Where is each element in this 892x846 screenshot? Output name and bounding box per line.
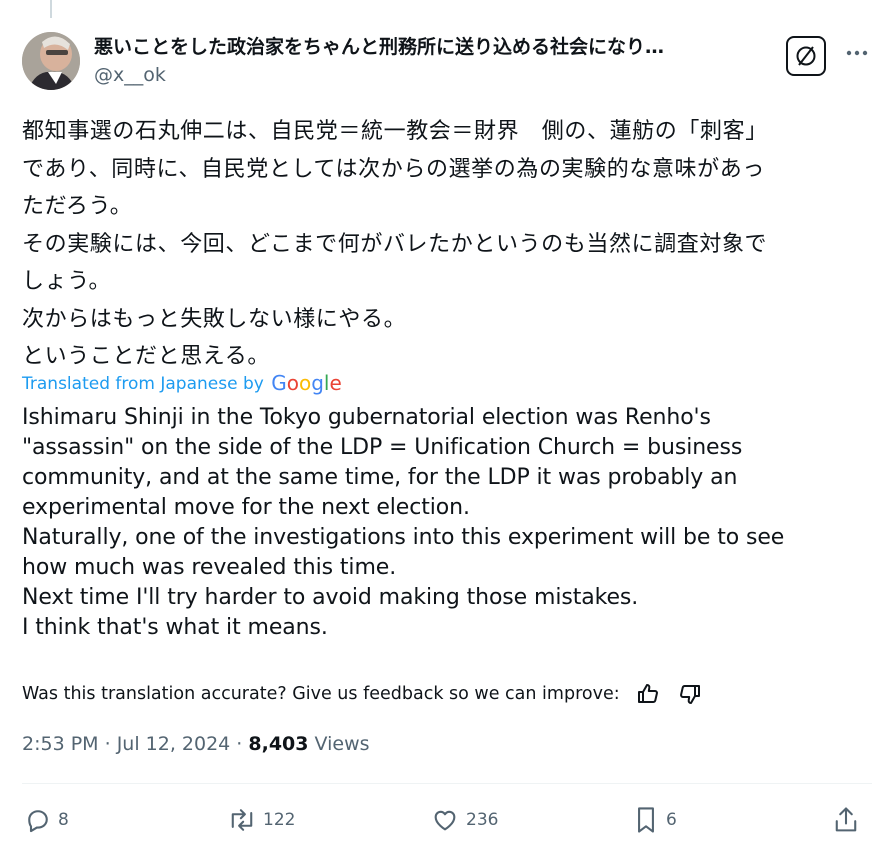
views-label: Views	[308, 733, 370, 755]
en-line: I think that's what it means.	[22, 615, 328, 640]
like-icon	[434, 810, 456, 831]
like-button[interactable]: 236	[430, 800, 498, 840]
views-count: 8,403	[248, 733, 309, 755]
reply-icon	[28, 810, 48, 833]
translated-label-text: Translated from Japanese by	[22, 374, 264, 394]
meta-separator: ·	[98, 733, 117, 755]
tweet-actions: 8 122 236 6	[22, 800, 872, 840]
en-line: "assassin" on the side of the LDP = Unif…	[22, 435, 743, 460]
meta-separator: ·	[230, 733, 249, 755]
avatar[interactable]	[22, 32, 80, 90]
tweet-date[interactable]: Jul 12, 2024	[117, 733, 231, 755]
reply-count: 8	[58, 810, 69, 830]
jp-line: ということだと思える。	[22, 344, 270, 369]
share-button[interactable]	[832, 800, 860, 840]
en-line: how much was revealed this time.	[22, 555, 397, 580]
jp-line: 次からはもっと失敗しない様にやる。	[22, 306, 407, 332]
jp-line: その実験には、今回、どこまで何がバレたかというのも当然に調査対象で	[22, 231, 768, 257]
jp-line: であり、同時に、自民党としては次からの選挙の為の実験的な意味があっ	[22, 156, 765, 182]
tweet-header: 悪いことをした政治家をちゃんと刑務所に送り込める社会になり… @x__ok	[94, 34, 774, 88]
feedback-prompt: Was this translation accurate? Give us f…	[22, 684, 620, 704]
en-line: Naturally, one of the investigations int…	[22, 525, 785, 550]
thumbs-up-icon[interactable]	[634, 680, 662, 708]
author-display-name[interactable]: 悪いことをした政治家をちゃんと刑務所に送り込める社会になり…	[94, 34, 774, 60]
thumbs-down-glyph	[679, 685, 700, 704]
tweet-time[interactable]: 2:53 PM	[22, 733, 99, 755]
repost-count: 122	[263, 810, 296, 830]
tweet-translated-text: Ishimaru Shinji in the Tokyo gubernatori…	[22, 403, 872, 643]
jp-line: 都知事選の石丸伸二は、自民党＝統一教会＝財界 側の、蓮舫の「刺客」	[22, 119, 768, 144]
bookmark-button[interactable]: 6	[632, 800, 677, 840]
tweet-meta: 2:53 PM · Jul 12, 2024 · 8,403 Views	[22, 730, 370, 758]
en-line: experimental move for the next election.	[22, 495, 470, 520]
tweet-original-text: 都知事選の石丸伸二は、自民党＝統一教会＝財界 側の、蓮舫の「刺客」 であり、同時…	[22, 113, 872, 376]
en-line: community, and at the same time, for the…	[22, 465, 738, 490]
like-count: 236	[466, 810, 499, 830]
slashed-circle-icon	[796, 46, 816, 66]
share-icon	[835, 807, 857, 832]
en-line: Ishimaru Shinji in the Tokyo gubernatori…	[22, 405, 711, 430]
repost-button[interactable]: 122	[227, 800, 295, 840]
divider	[22, 783, 872, 784]
thumbs-up-glyph	[637, 684, 658, 703]
bookmark-icon	[638, 807, 654, 833]
avatar-photo	[22, 32, 80, 90]
jp-line: しょう。	[22, 269, 112, 294]
reply-button[interactable]: 8	[24, 800, 69, 840]
repost-icon	[231, 809, 253, 831]
translated-from-label[interactable]: Translated from Japanese by Google	[22, 372, 342, 395]
thread-connector-line	[50, 0, 52, 18]
google-logo: Google	[271, 371, 342, 395]
author-handle[interactable]: @x__ok	[94, 62, 774, 88]
badge-icon[interactable]	[786, 36, 826, 76]
bookmark-count: 6	[666, 810, 677, 830]
translation-feedback: Was this translation accurate? Give us f…	[22, 680, 704, 708]
more-dots-icon	[846, 50, 868, 56]
en-line: Next time I'll try harder to avoid makin…	[22, 585, 639, 610]
more-icon[interactable]	[844, 40, 870, 66]
jp-line: ただろう。	[22, 194, 133, 219]
thumbs-down-icon[interactable]	[676, 680, 704, 708]
